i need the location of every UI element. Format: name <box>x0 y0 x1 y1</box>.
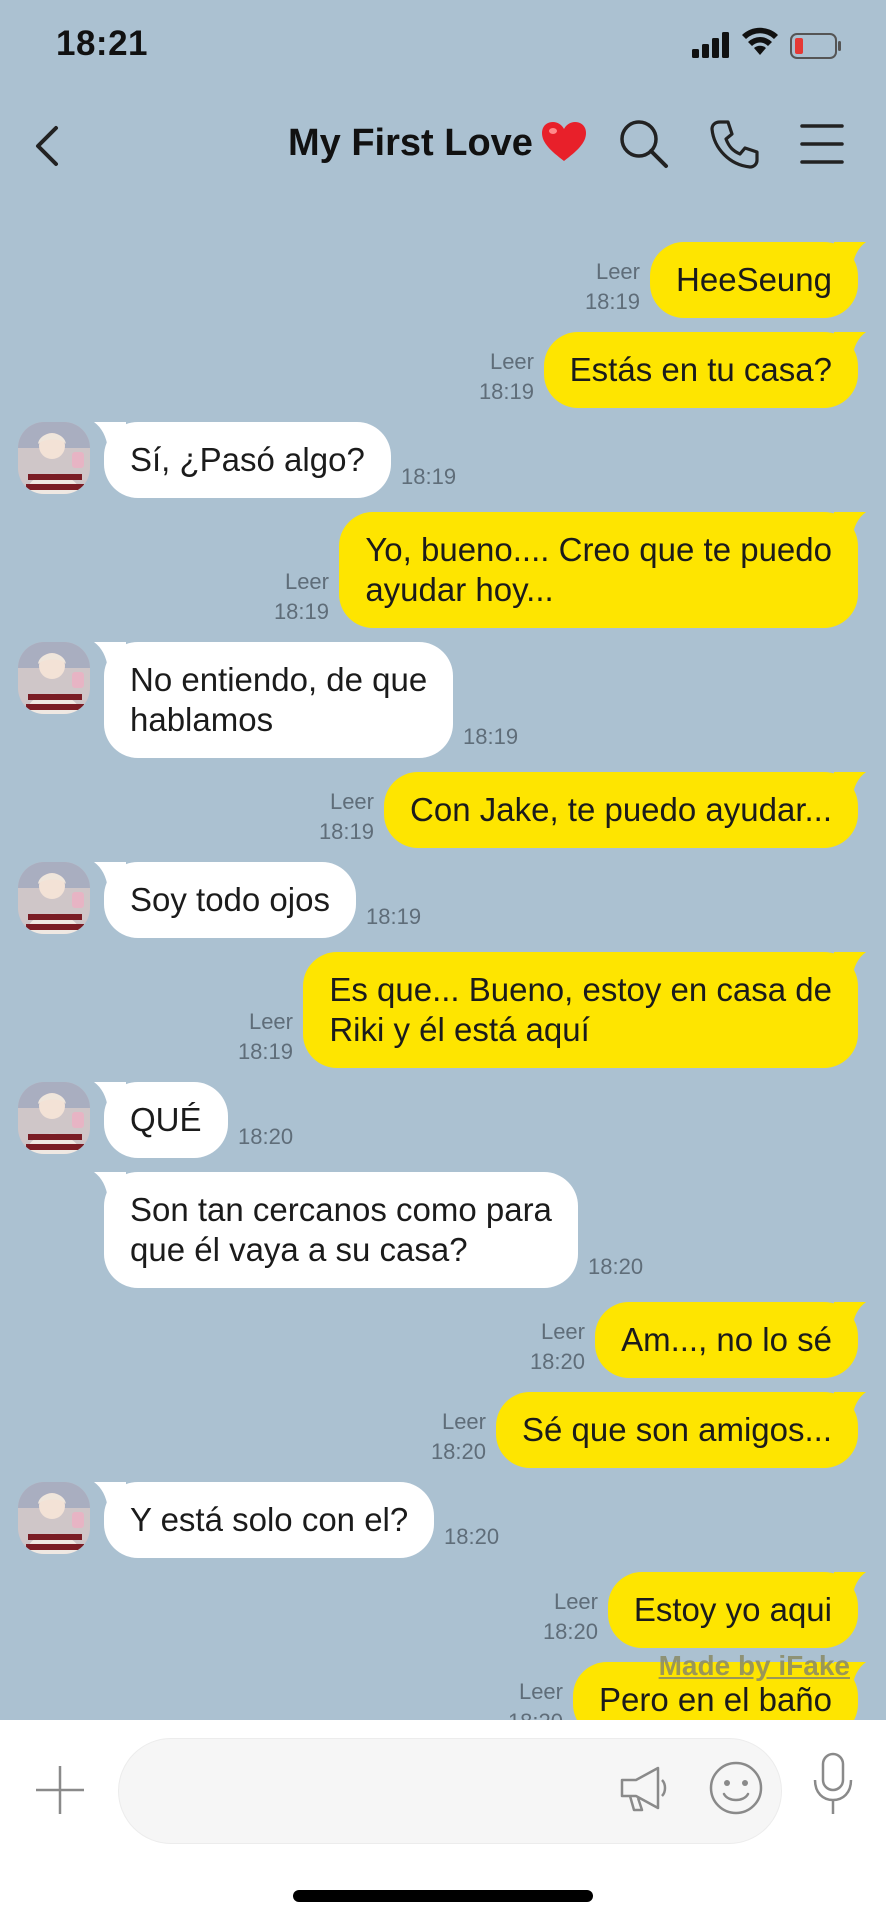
read-receipt: Leer <box>248 1009 293 1034</box>
message-time: 18:19 <box>273 599 329 624</box>
message-time: 18:20 <box>542 1619 598 1644</box>
avatar-photo-icon <box>18 642 90 714</box>
back-button[interactable] <box>28 118 68 174</box>
read-receipt: Leer <box>553 1589 598 1614</box>
outgoing-message-bubble[interactable]: Es que... Bueno, estoy en casa de Riki y… <box>303 952 858 1068</box>
message-meta: Leer 18:19 <box>319 787 374 847</box>
cellular-signal-icon <box>692 32 732 58</box>
read-receipt: Leer <box>441 1409 486 1434</box>
home-indicator[interactable] <box>293 1890 593 1902</box>
incoming-message-bubble[interactable]: Y está solo con el? <box>104 1482 435 1558</box>
avatar-photo-icon <box>18 422 90 494</box>
avatar-photo-icon <box>18 1082 90 1154</box>
avatar[interactable] <box>18 1082 90 1154</box>
message-time: 18:19 <box>463 724 519 749</box>
message-meta: Leer 18:19 <box>274 567 329 627</box>
chat-title-text: My First Love <box>288 122 533 164</box>
watermark: Made by iFake <box>658 1650 850 1681</box>
read-receipt: Leer <box>489 349 534 374</box>
outgoing-message-bubble[interactable]: Yo, bueno.... Creo que te puedo ayudar h… <box>339 512 858 628</box>
outgoing-message-bubble[interactable]: Con Jake, te puedo ayudar... <box>384 772 858 848</box>
message-meta: Leer 18:20 <box>543 1587 598 1647</box>
avatar[interactable] <box>18 642 90 714</box>
message-time: 18:19 <box>584 289 640 314</box>
message-meta: Leer 18:20 <box>508 1677 563 1720</box>
input-bar <box>0 1720 886 1920</box>
incoming-message-bubble[interactable]: QUÉ <box>104 1082 228 1158</box>
incoming-message-bubble[interactable]: No entiendo, de que hablamos <box>104 642 454 758</box>
outgoing-message-bubble[interactable]: Am..., no lo sé <box>595 1302 858 1378</box>
hamburger-menu-icon[interactable] <box>794 116 850 172</box>
avatar[interactable] <box>18 1482 90 1554</box>
chat-title: My First Love <box>288 121 587 165</box>
message-list[interactable]: HeeSeung Leer 18:19 Estás en tu casa? Leer 18… <box>0 196 886 1720</box>
outgoing-message-bubble[interactable]: Estás en tu casa? <box>543 332 858 408</box>
read-receipt: Leer <box>518 1679 563 1704</box>
message-meta: Leer 18:20 <box>431 1407 486 1467</box>
emoji-icon[interactable] <box>706 1758 766 1818</box>
outgoing-message-bubble[interactable]: Estoy yo aqui <box>607 1572 858 1648</box>
avatar[interactable] <box>18 422 90 494</box>
search-icon[interactable] <box>616 116 672 172</box>
incoming-message-bubble[interactable]: Son tan cercanos como para que él vaya a… <box>104 1172 578 1288</box>
message-time: 18:19 <box>237 1039 293 1064</box>
message-meta: Leer 18:20 <box>530 1317 585 1377</box>
megaphone-icon[interactable] <box>616 1760 672 1816</box>
read-receipt: Leer <box>595 259 640 284</box>
message-meta: Leer 18:19 <box>479 347 534 407</box>
message-time: 18:19 <box>478 379 534 404</box>
message-time: 18:20 <box>238 1124 294 1149</box>
heart-icon <box>541 121 586 161</box>
message-time: 18:20 <box>529 1349 585 1374</box>
microphone-icon[interactable] <box>808 1750 858 1820</box>
message-meta: Leer 18:19 <box>238 1007 293 1067</box>
avatar-photo-icon <box>18 1482 90 1554</box>
incoming-message-bubble[interactable]: Sí, ¿Pasó algo? <box>104 422 391 498</box>
read-receipt: Leer <box>284 569 329 594</box>
message-time: 18:20 <box>430 1439 486 1464</box>
avatar[interactable] <box>18 862 90 934</box>
message-input[interactable] <box>118 1738 782 1844</box>
wifi-icon <box>742 27 778 55</box>
message-time: 18:20 <box>508 1707 563 1720</box>
phone-icon[interactable] <box>706 116 762 172</box>
read-receipt: Leer <box>329 789 374 814</box>
plus-icon[interactable] <box>30 1760 90 1820</box>
outgoing-message-bubble[interactable]: Sé que son amigos... <box>495 1392 858 1468</box>
message-meta: Leer 18:19 <box>585 257 640 317</box>
outgoing-message-bubble[interactable]: HeeSeung <box>650 242 858 318</box>
battery-icon <box>790 33 841 59</box>
message-time: 18:20 <box>588 1254 644 1279</box>
avatar-photo-icon <box>18 862 90 934</box>
status-time: 18:21 <box>56 24 149 63</box>
status-bar: 18:21 <box>0 0 886 96</box>
read-receipt: Leer <box>540 1319 585 1344</box>
incoming-message-bubble[interactable]: Soy todo ojos <box>104 862 356 938</box>
message-time: 18:20 <box>444 1524 500 1549</box>
message-time: 18:19 <box>318 819 374 844</box>
message-time: 18:19 <box>401 464 457 489</box>
message-time: 18:19 <box>366 904 422 929</box>
chat-header: My First Love <box>0 96 886 196</box>
